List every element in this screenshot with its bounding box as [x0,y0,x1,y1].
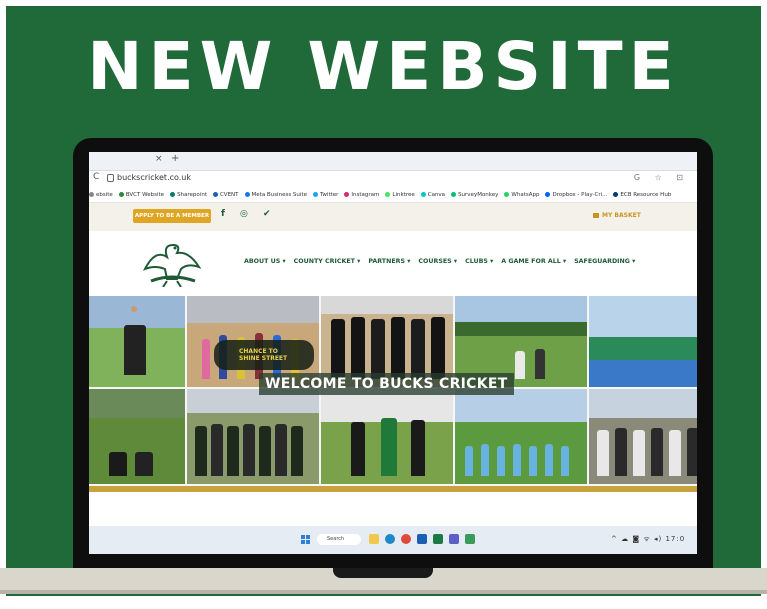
bookmark-item[interactable]: CVENT [212,188,239,202]
bookmark-item[interactable]: ECB Resource Hub [613,188,671,202]
laptop-screen: × + C buckscricket.co.uk G ☆ ⊡ ebsite BVC… [89,152,697,554]
system-tray[interactable]: ^ ☁ ◙ ᯤ ◂) 17:0 [611,535,685,544]
bookmark-item[interactable]: WhatsApp [504,188,539,202]
bookmark-label: Linktree [392,192,415,198]
close-tab-icon[interactable]: × [155,154,163,164]
page-below-fold [89,492,697,526]
windows-start-icon[interactable] [301,535,310,544]
swan-logo-icon[interactable] [137,239,207,287]
photo-tile [89,389,185,484]
excel-icon[interactable] [433,534,443,544]
bookmark-item[interactable]: Linktree [385,188,415,202]
new-tab-icon[interactable]: + [171,153,179,164]
bookmark-label: Meta Business Suite [251,192,307,198]
lock-icon [107,174,114,182]
bookmark-favicon-icon [312,192,318,197]
bookmark-item[interactable]: SurveyMonkey [451,188,498,202]
nav-item[interactable]: COUNTY CRICKET ▾ [294,258,361,265]
nav-item[interactable]: A GAME FOR ALL ▾ [501,258,566,265]
bookmark-favicon-icon [344,192,350,197]
bookmark-label: SurveyMonkey [458,192,499,198]
nav-item[interactable]: SAFEGUARDING ▾ [574,258,635,265]
bookmark-favicon-icon [451,192,457,197]
basket-label: MY BASKET [602,212,641,219]
bookmark-item[interactable]: ebsite [89,188,113,202]
reload-icon[interactable]: C [93,172,99,182]
bookmark-item[interactable]: Instagram [344,188,379,202]
chrome-icon[interactable] [401,534,411,544]
bookmark-label: Canva [427,192,446,198]
bookmark-favicon-icon [89,192,94,197]
bookmark-label: Twitter [319,192,339,198]
bookmark-label: BVCT Website [125,192,165,198]
tray-icons: ^ ☁ ◙ ᯤ ◂) [611,535,663,543]
bookmark-favicon-icon [118,192,124,197]
taskbar-search-label: Search [327,536,345,542]
laptop-base-rim [0,590,767,594]
url-text[interactable]: buckscricket.co.uk [117,173,191,182]
bookmark-item[interactable]: Sharepoint [170,188,207,202]
chance-to-shine-text: CHANCE TO SHINE STREET [239,348,288,362]
bookmark-label: Dropbox - Play-Cri... [552,192,608,198]
app-icon[interactable] [465,534,475,544]
apply-member-button[interactable]: APPLY TO BE A MEMBER [133,209,211,223]
clock: 17:0 [665,535,686,543]
taskbar-search[interactable]: Search [317,534,361,545]
main-nav: ABOUT US ▾ COUNTY CRICKET ▾ PARTNERS ▾ COUR… [244,258,643,265]
bookmark-item[interactable]: Twitter [312,188,339,202]
site-header: ABOUT US ▾ COUNTY CRICKET ▾ PARTNERS ▾ COUR… [89,231,697,295]
site-top-strip: APPLY TO BE A MEMBER f ◎ ✔ MY BASKET [89,203,697,231]
bookmark-item[interactable]: BVCT Website [118,188,165,202]
nav-item[interactable]: CLUBS ▾ [465,258,493,265]
bookmark-favicon-icon [613,192,619,197]
outlook-icon[interactable] [417,534,427,544]
browser-tab-bar: × + [89,152,697,171]
nav-item[interactable]: ABOUT US ▾ [244,258,286,265]
bookmark-item[interactable]: Dropbox - Play-Cri... [545,188,607,202]
photo-tile [589,389,697,484]
bookmark-favicon-icon [170,192,176,197]
address-bar[interactable]: C buckscricket.co.uk G ☆ ⊡ [89,171,697,187]
nav-item[interactable]: COURSES ▾ [418,258,457,265]
nav-item[interactable]: PARTNERS ▾ [368,258,410,265]
bookmark-favicon-icon [244,192,250,197]
windows-taskbar: Search ^ ☁ ◙ ᯤ ◂) 17:0 [89,526,697,554]
laptop-notch [333,568,433,578]
headline: NEW WEBSITE [87,28,680,105]
bookmark-label: ebsite [96,192,113,198]
social-links[interactable]: f ◎ ✔ [221,209,277,219]
bookmark-favicon-icon [212,192,218,197]
bookmark-favicon-icon [420,192,426,197]
teams-icon[interactable] [449,534,459,544]
bookmark-item[interactable]: Meta Business Suite [244,188,307,202]
welcome-banner-title: WELCOME TO BUCKS CRICKET [259,373,514,395]
bookmark-label: Instagram [351,192,380,198]
bookmark-favicon-icon [385,192,391,197]
bookmark-favicon-icon [504,192,510,197]
photo-tile [187,389,319,484]
promo-graphic: NEW WEBSITE × + C buckscricket.co.uk G ☆… [0,0,767,609]
bookmark-label: CVENT [219,192,239,198]
bookmarks-bar: ebsite BVCT Website Sharepoint CVENT Meta Bu… [89,188,697,203]
bookmark-item[interactable]: Canva [420,188,446,202]
photo-tile [589,296,697,387]
bookmark-label: Sharepoint [177,192,207,198]
file-explorer-icon[interactable] [369,534,379,544]
bookmark-label: ECB Resource Hub [620,192,672,198]
browser-toolbar-icons[interactable]: G ☆ ⊡ [634,173,689,182]
bookmark-favicon-icon [545,192,551,197]
photo-tile [455,389,587,484]
basket-icon [593,213,599,218]
bookmark-label: WhatsApp [511,192,540,198]
photo-tile [89,296,185,387]
photo-tile [321,389,453,484]
basket-link[interactable]: MY BASKET [593,212,641,219]
edge-icon[interactable] [385,534,395,544]
